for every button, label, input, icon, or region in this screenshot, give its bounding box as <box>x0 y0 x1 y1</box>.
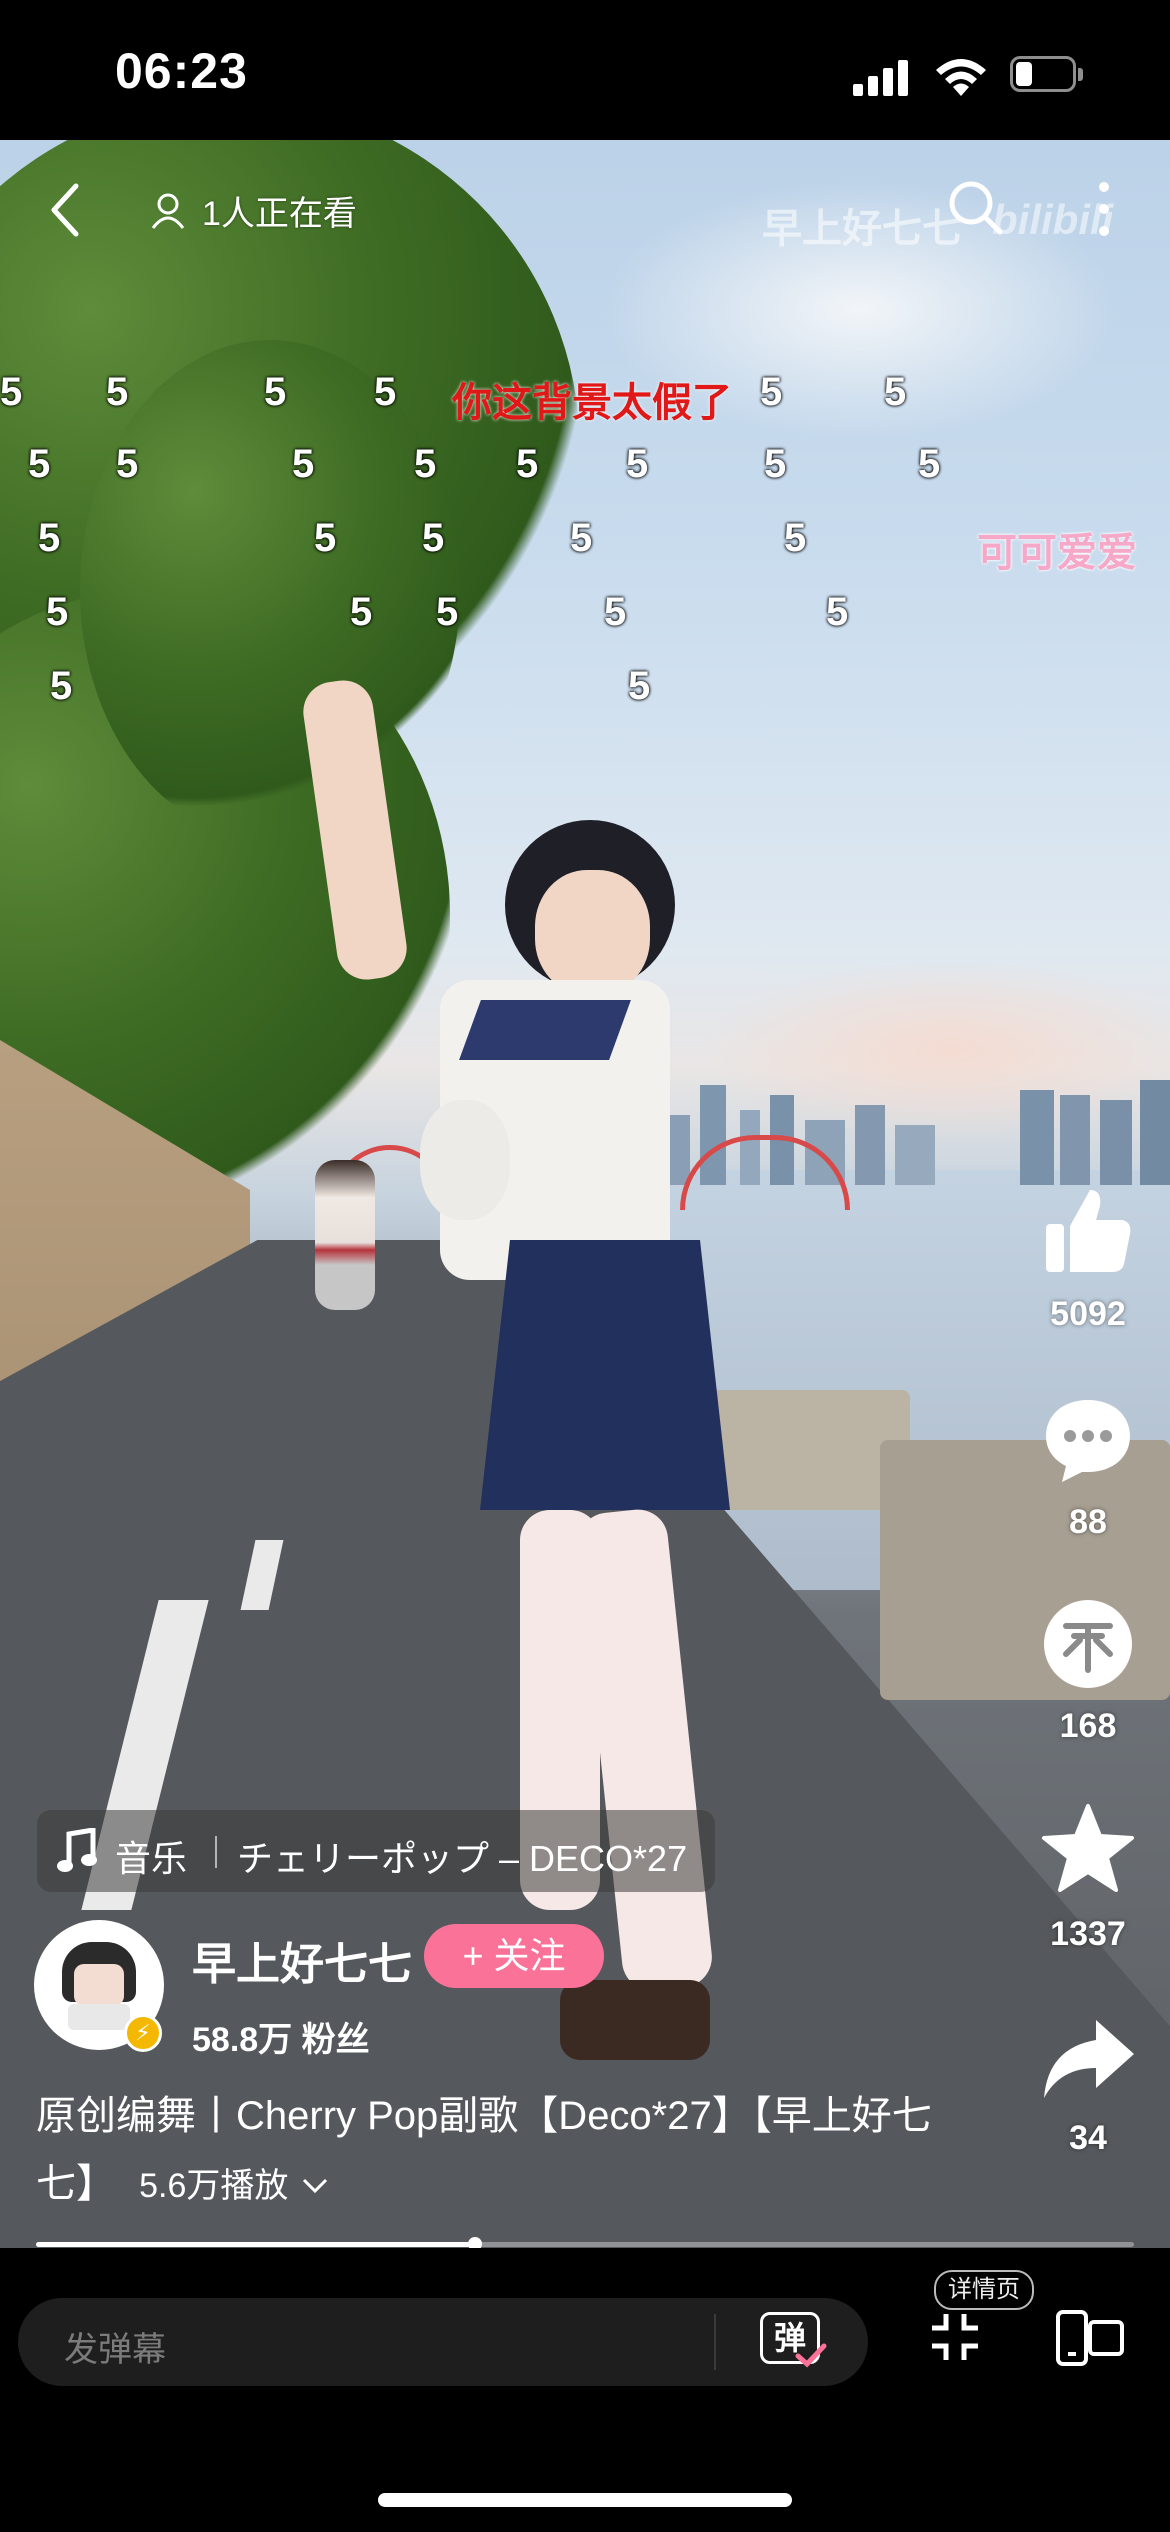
danmaku-digit: 5 <box>350 590 373 634</box>
comment-button[interactable]: 88 <box>1018 1392 1158 1542</box>
verified-badge-icon: ⚡ <box>124 2014 162 2052</box>
danmaku-toggle-button[interactable]: 弹 <box>760 2312 827 2372</box>
detail-page-label[interactable]: 详情页 <box>934 2270 1034 2310</box>
cellular-signal-icon <box>853 58 913 96</box>
exit-fullscreen-icon[interactable] <box>928 2310 982 2364</box>
thumbs-up-icon <box>1046 1190 1131 1272</box>
share-count: 34 <box>1069 2119 1107 2157</box>
battery-icon <box>1010 56 1086 96</box>
danmaku-digit: 5 <box>570 516 593 560</box>
input-divider <box>714 2314 716 2370</box>
like-count: 5092 <box>1050 1295 1126 1333</box>
background-people <box>315 1160 375 1310</box>
star-icon <box>1042 1804 1134 1892</box>
danmaku-digit: 5 <box>764 442 787 486</box>
author-fans: 58.8万 粉丝 <box>192 2021 370 2059</box>
danmaku-digit: 5 <box>760 370 783 414</box>
coin-count: 168 <box>1059 1707 1117 1745</box>
share-arrow-icon <box>1044 2020 1134 2098</box>
follow-button[interactable]: + 关注 <box>424 1924 604 1988</box>
danmaku-digit: 5 <box>264 370 287 414</box>
music-tag[interactable]: 音乐 チェリーポップ – DECO*27 <box>37 1810 715 1892</box>
danmaku-digit: 5 <box>106 370 129 414</box>
like-button[interactable]: 5092 <box>1018 1184 1158 1334</box>
danmaku-input-placeholder: 发弹幕 <box>64 2331 166 2369</box>
danmaku-digit: 5 <box>784 516 807 560</box>
danmaku-digit: 5 <box>604 590 627 634</box>
music-note-icon <box>57 1828 97 1872</box>
share-button[interactable]: 34 <box>1018 2014 1158 2158</box>
danmaku-digit: 5 <box>414 442 437 486</box>
danmaku-pink-comment: 可可爱爱 <box>977 531 1137 575</box>
status-time: 06:23 <box>115 43 248 99</box>
favorite-count: 1337 <box>1050 1915 1126 1953</box>
danmaku-digit: 5 <box>884 370 907 414</box>
screen-mode-icon[interactable] <box>1054 2308 1126 2368</box>
progress-knob[interactable] <box>468 2237 483 2248</box>
danmaku-layer: 55555555555555555555555555 <box>0 140 1170 840</box>
danmaku-digit: 5 <box>826 590 849 634</box>
check-icon <box>795 2343 827 2368</box>
danmaku-digit: 5 <box>28 442 51 486</box>
music-song: チェリーポップ – DECO*27 <box>237 1838 688 1879</box>
progress-track[interactable] <box>36 2237 1134 2248</box>
danmaku-digit: 5 <box>436 590 459 634</box>
danmaku-digit: 5 <box>0 370 23 414</box>
author-avatar[interactable]: ⚡ <box>34 1920 164 2052</box>
danmaku-digit: 5 <box>292 442 315 486</box>
danmaku-red-comment: 你这背景太假了 <box>452 381 732 425</box>
danmaku-digit: 5 <box>314 516 337 560</box>
home-indicator <box>378 2493 792 2507</box>
video-player[interactable]: 1人正在看 早上好七七 bilibili 5555555555555555555… <box>0 140 1170 2248</box>
video-title-block[interactable]: 原创编舞丨Cherry Pop副歌【Deco*27】【早上好七七】 5.6万播放 <box>36 2082 996 2220</box>
danmaku-digit: 5 <box>38 516 61 560</box>
danmaku-digit: 5 <box>46 590 69 634</box>
danmaku-digit: 5 <box>628 664 651 708</box>
coin-icon <box>1044 1600 1132 1688</box>
chevron-down-icon[interactable] <box>300 2176 330 2196</box>
author-name[interactable]: 早上好七七 <box>192 1928 412 1992</box>
wifi-icon <box>936 59 986 96</box>
favorite-button[interactable]: 1337 <box>1018 1800 1158 1954</box>
music-label: 音乐 <box>115 1838 188 1879</box>
danmaku-digit: 5 <box>116 442 139 486</box>
comment-bubble-icon <box>1046 1400 1130 1482</box>
coin-button[interactable]: 168 <box>1018 1596 1158 1746</box>
comment-count: 88 <box>1069 1503 1107 1541</box>
danmaku-digit: 5 <box>422 516 445 560</box>
danmaku-digit: 5 <box>918 442 941 486</box>
danmaku-digit: 5 <box>516 442 539 486</box>
danmaku-digit: 5 <box>50 664 73 708</box>
danmaku-digit: 5 <box>374 370 397 414</box>
danmaku-digit: 5 <box>626 442 649 486</box>
music-divider <box>215 1836 217 1868</box>
status-bar: 06:23 <box>0 0 1170 140</box>
danmaku-input[interactable]: 发弹幕 弹 <box>18 2298 868 2386</box>
progress-fill <box>36 2242 476 2247</box>
play-count: 5.6万播放 <box>139 2167 289 2205</box>
